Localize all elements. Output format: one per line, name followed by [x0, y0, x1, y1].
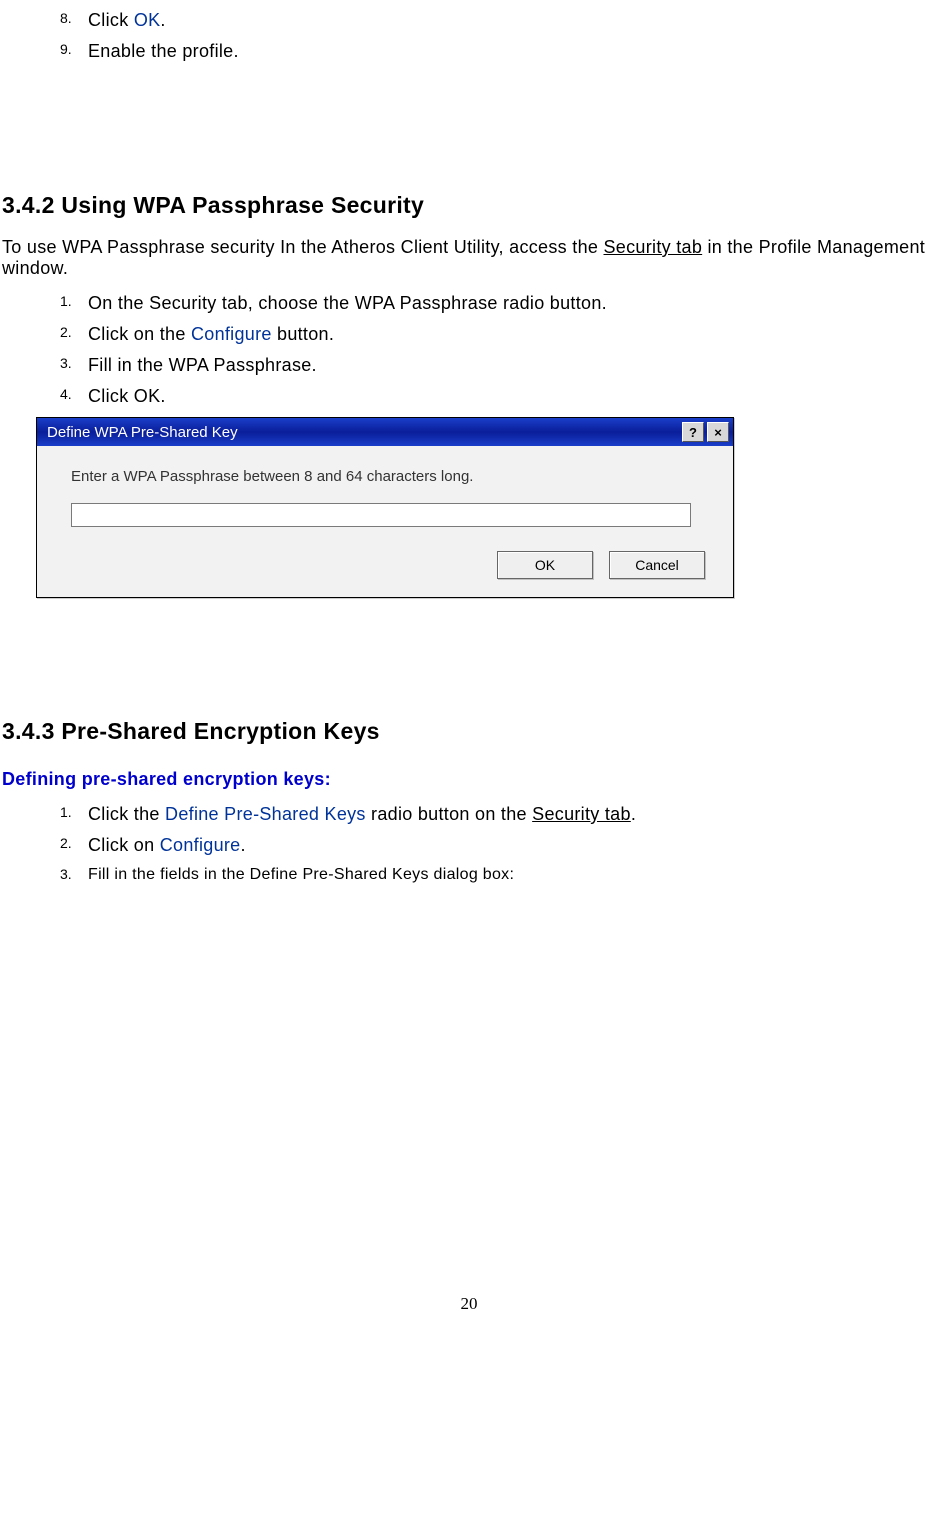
- list-item: 4. Click OK.: [60, 386, 938, 407]
- list-number: 9.: [60, 41, 88, 62]
- list-number: 4.: [60, 386, 88, 407]
- security-tab-link[interactable]: Security tab: [532, 804, 631, 824]
- section-343-subhead: Defining pre-shared encryption keys:: [0, 769, 938, 790]
- list-text: Fill in the WPA Passphrase.: [88, 355, 317, 376]
- list-item: 1. On the Security tab, choose the WPA P…: [60, 293, 938, 314]
- list-text: Fill in the fields in the Define Pre-Sha…: [88, 866, 514, 884]
- list-item: 8. Click OK.: [60, 10, 938, 31]
- security-tab-link[interactable]: Security tab: [604, 237, 703, 257]
- section-343-list: 1. Click the Define Pre-Shared Keys radi…: [0, 804, 938, 884]
- list-item: 1. Click the Define Pre-Shared Keys radi…: [60, 804, 938, 825]
- section-heading-343: 3.4.3 Pre-Shared Encryption Keys: [0, 718, 938, 745]
- configure-link[interactable]: Configure: [160, 835, 241, 855]
- list-number: 2.: [60, 324, 88, 345]
- top-list: 8. Click OK. 9. Enable the profile.: [0, 10, 938, 62]
- list-number: 3.: [60, 866, 88, 884]
- ok-button[interactable]: OK: [497, 551, 593, 579]
- list-number: 8.: [60, 10, 88, 31]
- list-text: Click OK.: [88, 386, 166, 407]
- list-text: Click OK.: [88, 10, 166, 31]
- cancel-button[interactable]: Cancel: [609, 551, 705, 579]
- define-psk-link[interactable]: Define Pre-Shared Keys: [165, 804, 366, 824]
- list-item: 3. Fill in the fields in the Define Pre-…: [60, 866, 938, 884]
- ok-link[interactable]: OK: [134, 10, 161, 30]
- dialog-body: Enter a WPA Passphrase between 8 and 64 …: [37, 446, 733, 547]
- dialog-prompt: Enter a WPA Passphrase between 8 and 64 …: [71, 468, 699, 485]
- help-icon[interactable]: ?: [682, 422, 704, 442]
- list-number: 2.: [60, 835, 88, 856]
- list-number: 1.: [60, 293, 88, 314]
- list-text: Enable the profile.: [88, 41, 239, 62]
- list-text: Click on the Configure button.: [88, 324, 334, 345]
- list-number: 3.: [60, 355, 88, 376]
- configure-link[interactable]: Configure: [191, 324, 272, 344]
- dialog-buttons: OK Cancel: [37, 547, 733, 597]
- close-icon[interactable]: ×: [707, 422, 729, 442]
- list-item: 2. Click on the Configure button.: [60, 324, 938, 345]
- page-number: 20: [0, 1294, 938, 1314]
- list-number: 1.: [60, 804, 88, 825]
- list-item: 2. Click on Configure.: [60, 835, 938, 856]
- list-item: 3. Fill in the WPA Passphrase.: [60, 355, 938, 376]
- section-342-intro: To use WPA Passphrase security In the At…: [0, 237, 938, 279]
- dialog-title: Define WPA Pre-Shared Key: [47, 424, 679, 441]
- list-text: Click the Define Pre-Shared Keys radio b…: [88, 804, 636, 825]
- list-item: 9. Enable the profile.: [60, 41, 938, 62]
- dialog-titlebar: Define WPA Pre-Shared Key ? ×: [37, 418, 733, 446]
- section-heading-342: 3.4.2 Using WPA Passphrase Security: [0, 192, 938, 219]
- passphrase-input[interactable]: [71, 503, 691, 527]
- list-text: On the Security tab, choose the WPA Pass…: [88, 293, 607, 314]
- section-342-list: 1. On the Security tab, choose the WPA P…: [0, 293, 938, 407]
- list-text: Click on Configure.: [88, 835, 246, 856]
- wpa-dialog: Define WPA Pre-Shared Key ? × Enter a WP…: [36, 417, 734, 598]
